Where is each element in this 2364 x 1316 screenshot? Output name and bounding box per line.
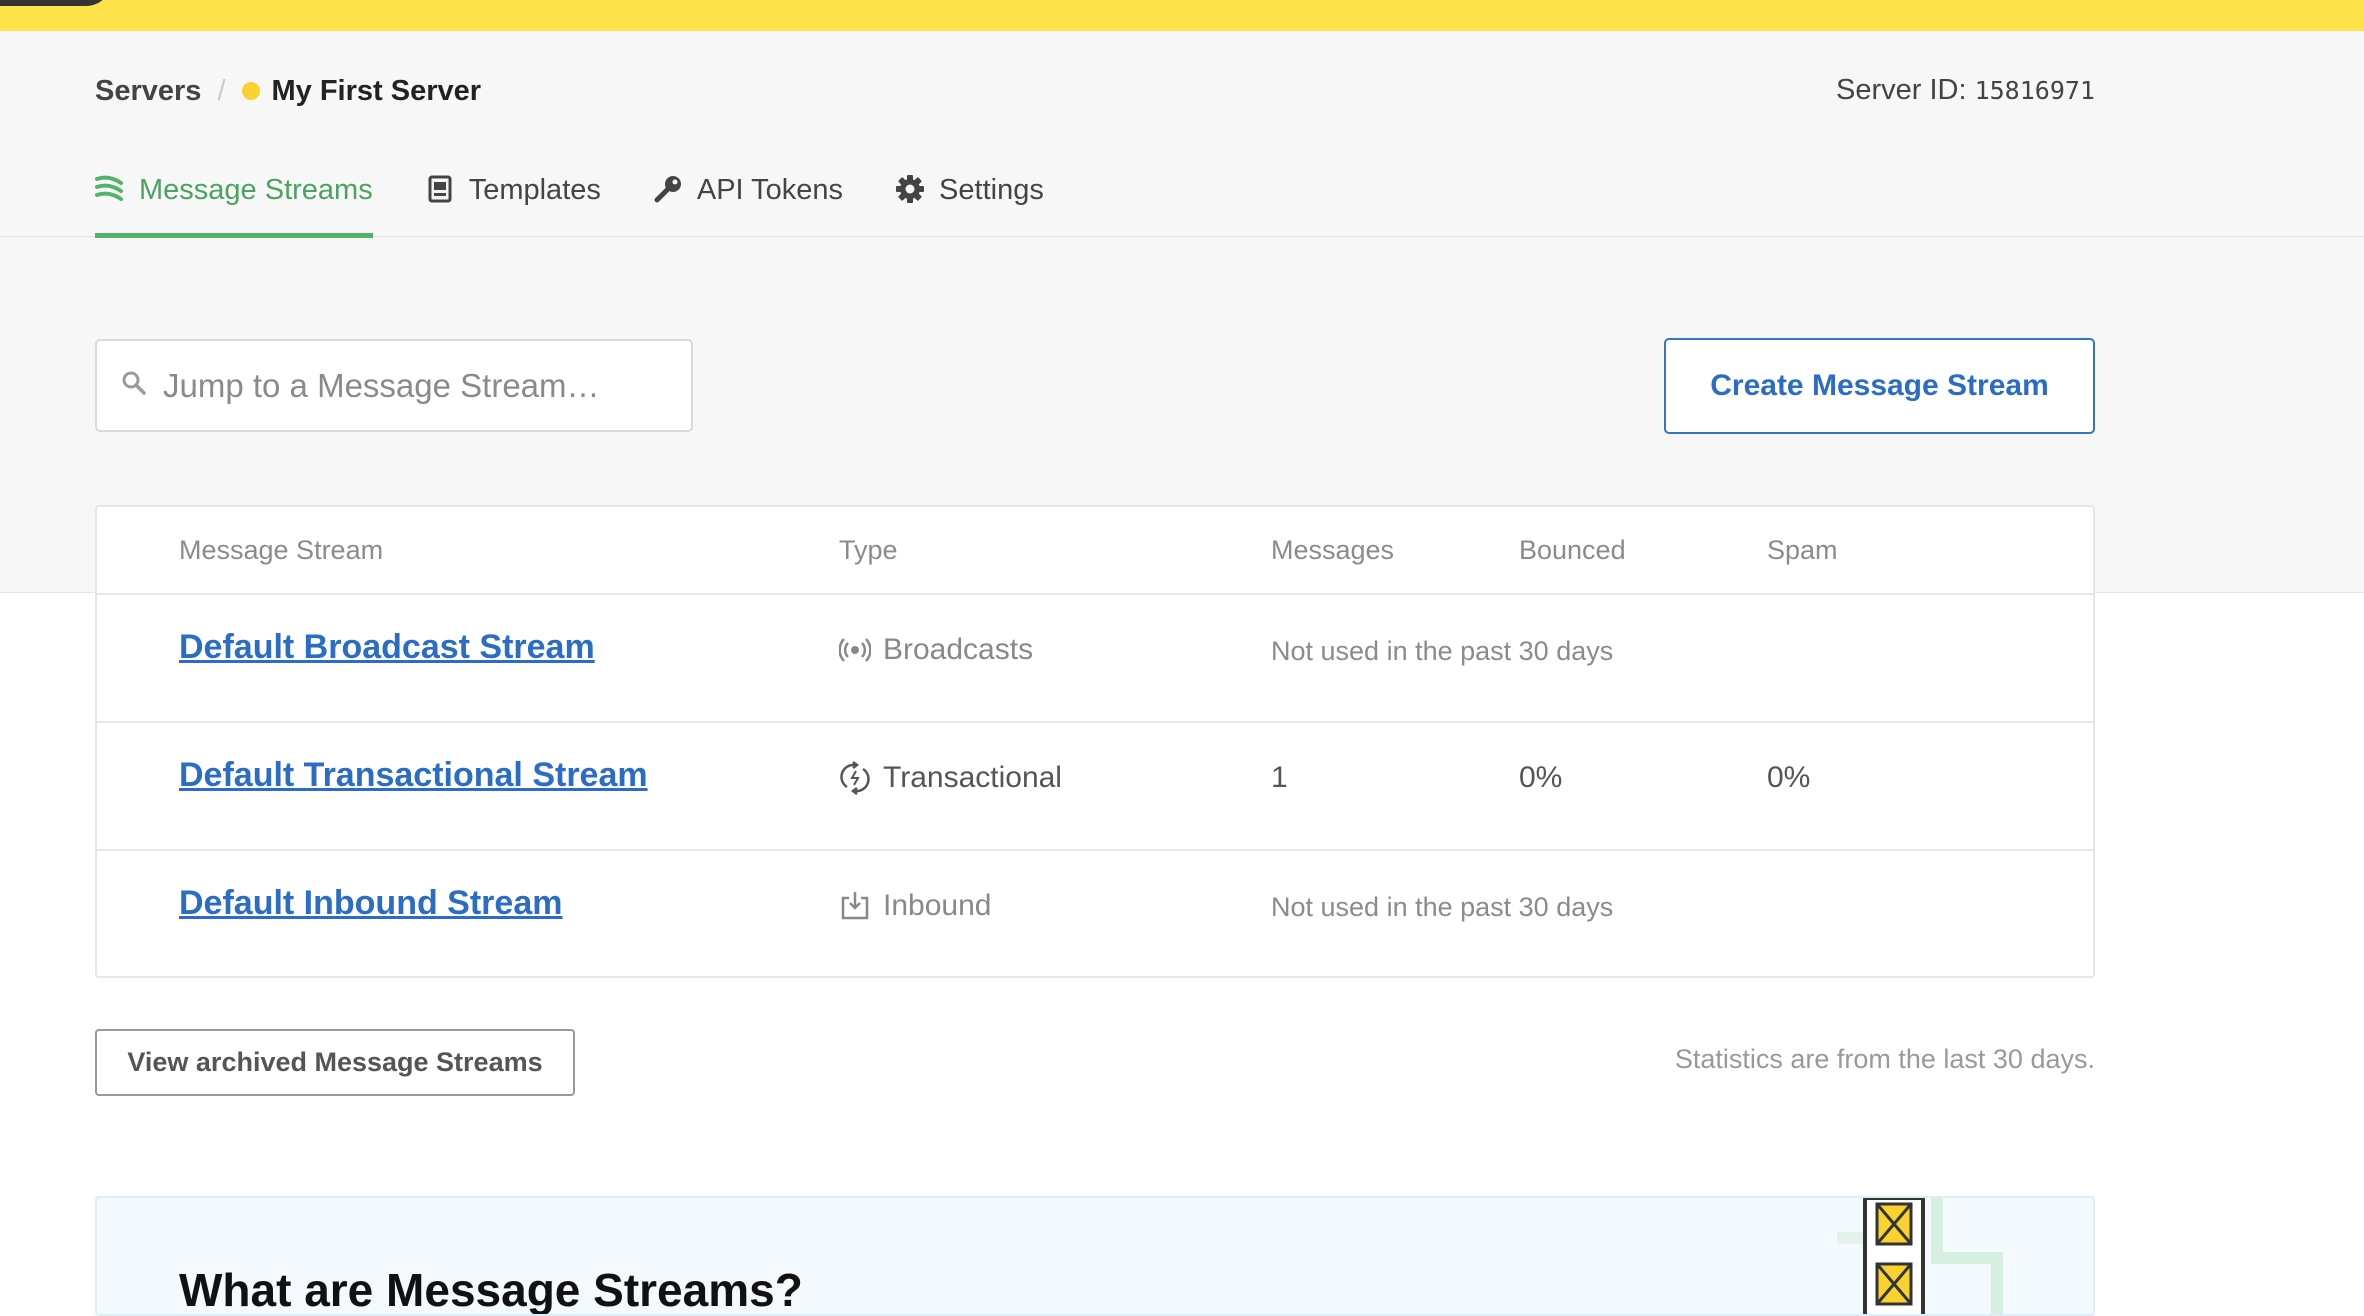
- table-row: Default Broadcast Stream Broadcasts Not …: [97, 595, 2093, 723]
- gear-icon: [895, 174, 925, 204]
- search-input[interactable]: [161, 365, 685, 406]
- tab-label: Message Streams: [139, 174, 373, 206]
- table-row: Default Transactional Stream Transaction…: [97, 723, 2093, 851]
- server-id: Server ID: 15816971: [1836, 74, 2095, 107]
- stream-search: [95, 339, 693, 432]
- server-id-value: 15816971: [1974, 76, 2095, 105]
- stream-type: Inbound: [839, 889, 991, 923]
- usage-note: Not used in the past 30 days: [1271, 892, 1614, 922]
- stream-type-label: Transactional: [883, 761, 1062, 794]
- key-icon: [653, 174, 683, 204]
- broadcast-icon: [839, 634, 871, 666]
- template-icon: [425, 174, 455, 204]
- breadcrumb-separator: /: [217, 74, 226, 107]
- tab-templates[interactable]: Templates: [425, 160, 601, 238]
- messages-count: 1: [1271, 761, 1288, 794]
- tab-label: Templates: [468, 174, 601, 206]
- header-spam: Spam: [1767, 535, 1838, 565]
- header-messages: Messages: [1271, 535, 1395, 565]
- inbound-icon: [839, 890, 871, 922]
- streams-icon: [95, 174, 125, 204]
- message-streams-table: Message Stream Type Messages Bounced Spa…: [95, 505, 2095, 978]
- server-status-dot: [241, 82, 260, 100]
- tab-label: Settings: [939, 174, 1044, 206]
- transactional-icon: [839, 761, 871, 795]
- tab-settings[interactable]: Settings: [895, 160, 1044, 238]
- spam-rate: 0%: [1767, 761, 1811, 794]
- breadcrumb-current-server: My First Server: [271, 74, 482, 107]
- table-row: Default Inbound Stream Inbound Not used …: [97, 851, 2093, 979]
- breadcrumb-servers-link[interactable]: Servers: [95, 75, 201, 108]
- header-bounced: Bounced: [1519, 535, 1626, 565]
- table-header: Message Stream Type Messages Bounced Spa…: [97, 507, 2093, 595]
- header-message-stream: Message Stream: [179, 535, 384, 565]
- top-banner-tab[interactable]: [0, 0, 112, 6]
- header-type: Type: [839, 535, 898, 565]
- statistics-note: Statistics are from the last 30 days.: [1674, 1044, 2095, 1074]
- stream-type: Broadcasts: [839, 633, 1033, 667]
- stream-link[interactable]: Default Inbound Stream: [179, 884, 562, 923]
- view-archived-streams-button[interactable]: View archived Message Streams: [95, 1029, 575, 1096]
- server-id-label: Server ID:: [1835, 74, 1967, 106]
- tab-label: API Tokens: [696, 174, 844, 206]
- stream-type: Transactional: [839, 761, 1062, 795]
- search-icon: [121, 370, 147, 401]
- tab-message-streams[interactable]: Message Streams: [95, 160, 373, 238]
- stream-type-label: Broadcasts: [883, 633, 1034, 666]
- info-panel: What are Message Streams?: [95, 1196, 2095, 1316]
- breadcrumb: Servers / My First Server: [95, 70, 481, 112]
- tab-api-tokens[interactable]: API Tokens: [653, 160, 843, 238]
- stream-link[interactable]: Default Broadcast Stream: [179, 628, 595, 667]
- bounced-rate: 0%: [1519, 761, 1563, 794]
- usage-note: Not used in the past 30 days: [1271, 636, 1614, 666]
- stream-type-label: Inbound: [883, 889, 992, 922]
- top-banner: [0, 0, 2364, 31]
- create-message-stream-button[interactable]: Create Message Stream: [1664, 338, 2095, 434]
- server-tabs: Message Streams Templates API Tokens Set…: [95, 160, 1096, 238]
- streams-illustration-icon: [1837, 1198, 2003, 1314]
- stream-link[interactable]: Default Transactional Stream: [179, 756, 648, 795]
